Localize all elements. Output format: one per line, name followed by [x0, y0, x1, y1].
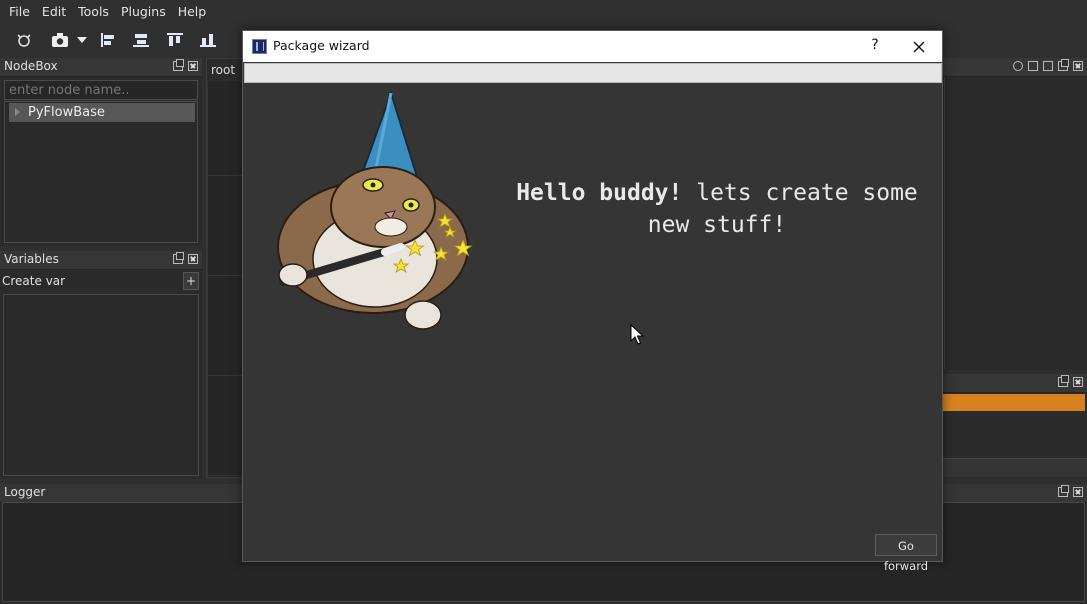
settings-icon[interactable]	[1013, 61, 1023, 71]
close-icon[interactable]	[1073, 61, 1083, 71]
wizard-greeting: Hello buddy! lets create some new stuff!	[493, 177, 941, 241]
screenshot-camera-icon[interactable]	[48, 28, 72, 52]
properties-body	[944, 77, 1087, 369]
logger-title: Logger	[4, 485, 46, 499]
node-search-input[interactable]	[4, 80, 198, 100]
variables-list	[3, 294, 199, 476]
right-middle-footer	[943, 458, 1087, 477]
dialog-title-bar: Package wizard ?	[243, 31, 942, 62]
menu-help[interactable]: Help	[172, 0, 213, 24]
app-icon	[252, 39, 267, 54]
float-icon[interactable]	[173, 59, 184, 71]
close-icon[interactable]	[1073, 487, 1083, 497]
align-top-icon[interactable]	[163, 28, 187, 52]
variables-title: Variables	[4, 252, 59, 266]
collapse-icon[interactable]	[1028, 61, 1038, 71]
menu-file[interactable]: File	[3, 0, 36, 24]
greeting-text: lets create some new stuff!	[647, 180, 918, 238]
menu-tools[interactable]: Tools	[72, 0, 115, 24]
variables-panel: Variables Create var +	[0, 251, 202, 479]
align-center-horizontal-icon[interactable]	[129, 28, 153, 52]
dropdown-arrow-icon[interactable]	[72, 28, 92, 52]
menu-plugins[interactable]: Plugins	[115, 0, 172, 24]
create-var-row: Create var +	[0, 271, 202, 293]
nodebox-title: NodeBox	[4, 59, 58, 73]
right-middle-panel	[943, 374, 1087, 478]
menu-edit[interactable]: Edit	[36, 0, 72, 24]
float-icon[interactable]	[1058, 59, 1069, 71]
align-left-icon[interactable]	[96, 28, 120, 52]
graph-icon[interactable]	[12, 28, 36, 52]
right-middle-title-bar	[943, 374, 1087, 393]
wizard-progress-bar	[244, 63, 942, 83]
close-icon[interactable]	[908, 36, 930, 58]
tree-item-label: PyFlowBase	[28, 105, 105, 120]
float-icon[interactable]	[173, 252, 184, 264]
expand-arrow-icon[interactable]	[15, 108, 20, 116]
wizard-cat-illustration	[277, 89, 473, 330]
close-icon[interactable]	[1073, 377, 1083, 387]
close-icon[interactable]	[188, 61, 198, 71]
graph-canvas[interactable]: root	[206, 58, 247, 478]
selected-row-highlight[interactable]	[943, 394, 1085, 411]
canvas-root-tab[interactable]: root	[207, 59, 247, 81]
close-icon[interactable]	[188, 254, 198, 264]
nodebox-title-bar: NodeBox	[0, 58, 202, 77]
mouse-cursor-icon	[630, 324, 644, 345]
dialog-title: Package wizard	[273, 38, 370, 53]
align-bottom-icon[interactable]	[196, 28, 220, 52]
package-wizard-dialog: Package wizard ? Hello buddy! lets creat…	[242, 30, 943, 573]
create-var-label: Create var	[2, 274, 66, 288]
menu-bar: File Edit Tools Plugins Help	[0, 0, 1087, 24]
properties-panel	[943, 58, 1087, 370]
tree-item-pyflowbase[interactable]: PyFlowBase	[9, 103, 195, 122]
nodebox-panel: NodeBox PyFlowBase	[0, 58, 202, 246]
add-variable-button[interactable]: +	[183, 272, 199, 290]
greeting-bold: Hello buddy!	[516, 180, 683, 206]
toolbar	[0, 24, 242, 56]
node-tree: PyFlowBase	[4, 101, 198, 243]
float-icon[interactable]	[1058, 375, 1069, 387]
help-button[interactable]: ?	[867, 37, 883, 55]
float-icon[interactable]	[1058, 485, 1069, 497]
lock-icon[interactable]	[1043, 61, 1053, 71]
variables-title-bar: Variables	[0, 251, 202, 270]
go-forward-button[interactable]: Go forward	[875, 534, 937, 573]
properties-title-bar	[943, 58, 1087, 77]
